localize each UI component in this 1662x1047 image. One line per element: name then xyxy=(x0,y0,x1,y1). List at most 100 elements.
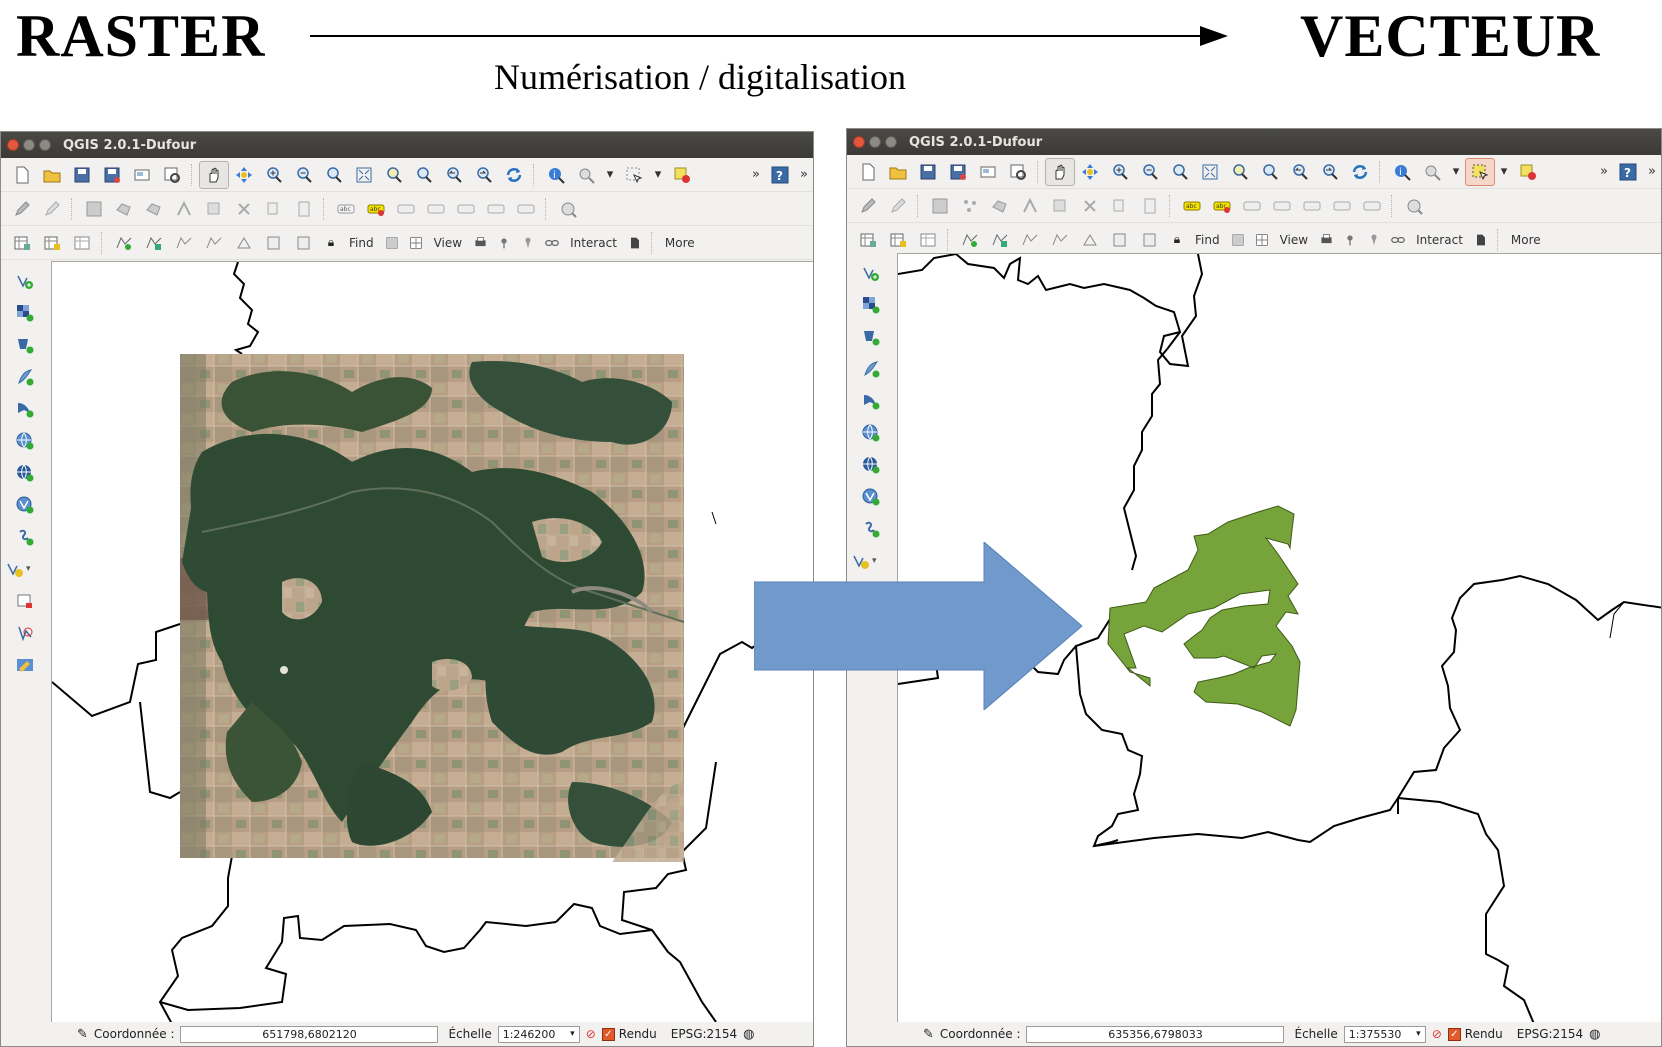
save-project-icon[interactable] xyxy=(67,161,97,189)
close-window-button[interactable] xyxy=(7,139,19,151)
change-label-icon[interactable] xyxy=(1357,192,1387,220)
add-spatialite-layer-icon[interactable] xyxy=(11,365,39,389)
label-highlight-icon[interactable]: abc xyxy=(361,195,391,223)
find-label[interactable]: Find xyxy=(1189,233,1226,247)
move-feature-icon[interactable] xyxy=(985,192,1015,220)
scale-combobox[interactable]: 1:246200 ▾ xyxy=(497,1025,580,1043)
toolbar-overflow-icon[interactable]: » xyxy=(795,167,813,182)
add-postgis-layer-icon[interactable] xyxy=(11,333,39,357)
vector-tool-7-icon[interactable] xyxy=(289,229,319,257)
pin-icon[interactable] xyxy=(492,229,516,257)
lock-icon[interactable]: 🔒︎ xyxy=(319,229,343,257)
zoom-out-icon[interactable] xyxy=(1135,158,1165,186)
add-mssql-layer-icon[interactable] xyxy=(857,389,885,413)
link-icon[interactable] xyxy=(1386,226,1410,254)
new-shapefile-icon[interactable]: ▾ xyxy=(6,557,44,581)
dropdown-arrow[interactable]: ▾ xyxy=(649,167,667,182)
minimize-window-button[interactable] xyxy=(23,139,35,151)
toggle-editing-icon[interactable] xyxy=(853,192,883,220)
messages-icon[interactable]: ✎ xyxy=(923,1027,934,1042)
pencil-icon[interactable] xyxy=(883,192,913,220)
rotate-label-icon[interactable] xyxy=(1327,192,1357,220)
help-icon[interactable]: ? xyxy=(765,161,795,189)
vector-tool-4-icon[interactable] xyxy=(199,229,229,257)
zoom-full-icon[interactable] xyxy=(1195,158,1225,186)
find-icon[interactable] xyxy=(380,229,404,257)
composer-manager-icon[interactable] xyxy=(157,161,187,189)
pin-labels-icon[interactable] xyxy=(1237,192,1267,220)
add-raster-layer-icon[interactable] xyxy=(11,301,39,325)
new-print-composer-icon[interactable] xyxy=(973,158,1003,186)
stop-render-icon[interactable]: ⊘ xyxy=(1432,1027,1442,1041)
zoom-full-icon[interactable] xyxy=(349,161,379,189)
more-label[interactable]: More xyxy=(1505,233,1547,247)
maximize-window-button[interactable] xyxy=(885,136,897,148)
edit-layer-icon[interactable] xyxy=(11,653,39,677)
table-icon[interactable] xyxy=(67,229,97,257)
add-feature-icon[interactable] xyxy=(109,195,139,223)
move-feature-icon[interactable] xyxy=(139,195,169,223)
chevron-down-icon[interactable]: ▾ xyxy=(570,1029,575,1039)
pan-icon[interactable] xyxy=(199,160,229,189)
render-checkbox[interactable]: ✓ xyxy=(601,1027,615,1041)
node-tool-icon[interactable] xyxy=(169,195,199,223)
maximize-window-button[interactable] xyxy=(39,139,51,151)
zoom-last-icon[interactable] xyxy=(439,161,469,189)
save-as-icon[interactable] xyxy=(943,158,973,186)
document-icon[interactable] xyxy=(623,229,647,257)
toolbar-overflow-icon[interactable]: » xyxy=(1643,164,1661,179)
coordinate-field[interactable]: 635356,6798033 xyxy=(1026,1025,1285,1043)
save-as-icon[interactable] xyxy=(97,161,127,189)
pan-to-selection-icon[interactable] xyxy=(229,161,259,189)
plugin-tool-icon[interactable] xyxy=(1399,192,1429,220)
zoom-native-icon[interactable] xyxy=(319,161,349,189)
add-wms-layer-icon[interactable] xyxy=(857,421,885,445)
crs-label[interactable]: EPSG:2154 xyxy=(665,1027,743,1041)
label-highlight-icon[interactable]: abc xyxy=(1207,192,1237,220)
zoom-out-icon[interactable] xyxy=(289,161,319,189)
pan-icon[interactable] xyxy=(1045,157,1075,186)
vector-tool-6-icon[interactable] xyxy=(1105,226,1135,254)
zoom-last-icon[interactable] xyxy=(1285,158,1315,186)
add-feature-icon[interactable] xyxy=(955,192,985,220)
vector-tool-1-icon[interactable] xyxy=(955,226,985,254)
vector-tool-5-icon[interactable] xyxy=(229,229,259,257)
vector-tool-1-icon[interactable] xyxy=(109,229,139,257)
new-project-icon[interactable] xyxy=(853,158,883,186)
crs-label[interactable]: EPSG:2154 xyxy=(1511,1027,1589,1041)
vector-tool-2-icon[interactable] xyxy=(139,229,169,257)
new-project-icon[interactable] xyxy=(7,161,37,189)
toolbar-overflow-icon[interactable]: » xyxy=(1595,164,1613,179)
add-wfs-layer-icon[interactable] xyxy=(11,493,39,517)
open-project-icon[interactable] xyxy=(883,158,913,186)
scale-combobox[interactable]: 1:375530 ▾ xyxy=(1343,1025,1426,1043)
close-window-button[interactable] xyxy=(853,136,865,148)
zoom-native-icon[interactable] xyxy=(1165,158,1195,186)
save-project-icon[interactable] xyxy=(913,158,943,186)
vector-tool-3-icon[interactable] xyxy=(1015,226,1045,254)
paste-features-icon[interactable] xyxy=(289,195,319,223)
save-edits-icon[interactable] xyxy=(925,192,955,220)
select-icon[interactable] xyxy=(619,161,649,189)
field-calculator-icon[interactable] xyxy=(853,226,883,254)
vector-tool-2-icon[interactable] xyxy=(985,226,1015,254)
crs-globe-icon[interactable]: ◍ xyxy=(743,1027,754,1042)
dropdown-arrow[interactable]: ▾ xyxy=(601,167,619,182)
dropdown-arrow[interactable]: ▾ xyxy=(1495,164,1513,179)
delete-selected-icon[interactable] xyxy=(1045,192,1075,220)
coordinate-field[interactable]: 651798,6802120 xyxy=(180,1025,439,1043)
deselect-icon[interactable] xyxy=(667,161,697,189)
toolbar-overflow-icon[interactable]: » xyxy=(747,167,765,182)
dropdown-arrow[interactable]: ▾ xyxy=(1447,164,1465,179)
plugin-tool-icon[interactable] xyxy=(553,195,583,223)
messages-icon[interactable]: ✎ xyxy=(77,1027,88,1042)
table-icon[interactable] xyxy=(913,226,943,254)
rotate-label-icon[interactable] xyxy=(481,195,511,223)
marker-icon[interactable] xyxy=(1362,226,1386,254)
add-mssql-layer-icon[interactable] xyxy=(11,397,39,421)
document-icon[interactable] xyxy=(1469,226,1493,254)
interact-label[interactable]: Interact xyxy=(564,236,623,250)
marker-icon[interactable] xyxy=(516,229,540,257)
gps-tools-icon[interactable] xyxy=(11,621,39,645)
refresh-icon[interactable] xyxy=(1345,158,1375,186)
